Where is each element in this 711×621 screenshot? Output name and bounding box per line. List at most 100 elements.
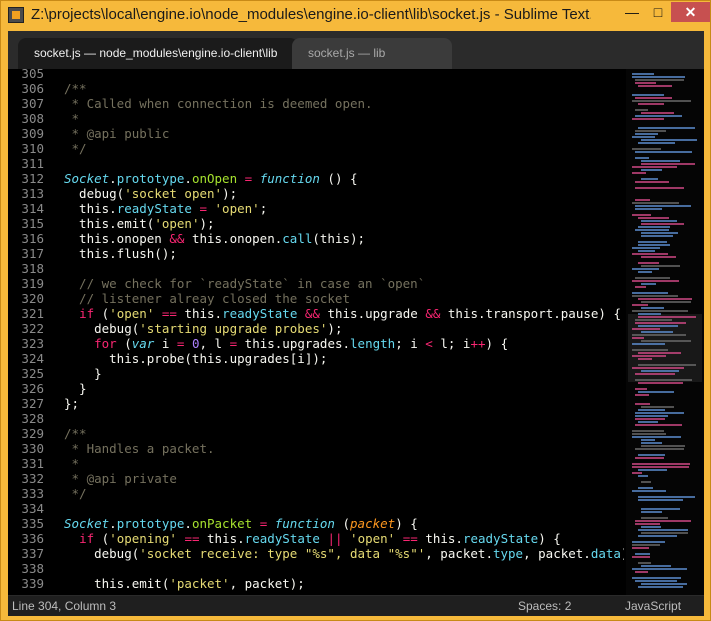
minimap-line (635, 319, 672, 321)
code-line[interactable]: } (64, 381, 87, 396)
minimap-line (632, 343, 665, 345)
maximize-button[interactable]: □ (645, 2, 671, 22)
code-line[interactable]: * @api private (64, 471, 177, 486)
minimap-line (635, 199, 650, 201)
title-bar: Z:\projects\local\engine.io\node_modules… (1, 1, 710, 31)
code-line[interactable]: this.probe(this.upgrades[i]); (64, 351, 327, 366)
code-token: 'open' (154, 216, 200, 231)
code-token: */ (64, 141, 87, 156)
code-line[interactable]: } (64, 366, 102, 381)
code-line[interactable]: this.flush(); (64, 246, 177, 261)
minimap-line (635, 277, 670, 279)
minimap-line (638, 352, 681, 354)
minimap-line (632, 334, 686, 336)
minimap-line (632, 292, 668, 294)
minimap-line (632, 556, 650, 558)
minimap-line (635, 448, 684, 450)
code-line[interactable]: for (var i = 0, l = this.upgrades.length… (64, 336, 508, 351)
minimap-line (635, 205, 691, 207)
sublime-app-icon (8, 7, 24, 23)
code-line[interactable]: this.readyState = 'open'; (64, 201, 267, 216)
code-line[interactable]: this.emit('packet', packet); (64, 576, 305, 591)
minimap-line (635, 157, 649, 159)
code-line[interactable]: Socket.prototype.onPacket = function (pa… (64, 516, 418, 531)
code-line[interactable]: this.emit('open'); (64, 216, 214, 231)
minimap-line (638, 487, 653, 489)
code-line[interactable]: if ('open' == this.readyState && this.up… (64, 306, 621, 321)
code-token: readyState (462, 531, 539, 546)
code-token: this. (64, 201, 117, 216)
minimap-line (638, 496, 695, 498)
code-token: this. (184, 306, 223, 321)
minimap-line (641, 307, 664, 309)
code-line[interactable]: /** (64, 81, 87, 96)
code-line[interactable]: */ (64, 141, 87, 156)
code-line[interactable]: this.onopen && this.onopen.call(this); (64, 231, 365, 246)
code-line[interactable]: // we check for `readyState` in case an … (64, 276, 425, 291)
code-token: debug( (64, 321, 140, 336)
code-token: && (169, 231, 185, 246)
minimap-line (641, 220, 677, 222)
code-line[interactable]: * (64, 111, 80, 126)
code-line[interactable]: debug('socket open'); (64, 186, 237, 201)
minimap-line (641, 406, 674, 408)
minimap-line (641, 163, 695, 165)
code-token: var (131, 336, 155, 351)
code-line[interactable]: debug('starting upgrade probes'); (64, 321, 342, 336)
code-token: * @api public (64, 126, 170, 141)
code-line[interactable]: debug('socket receive: type "%s", data "… (64, 546, 624, 561)
code-line[interactable]: * Called when connection is deemed open. (64, 96, 373, 111)
code-line[interactable]: * (64, 456, 80, 471)
minimap-line (632, 337, 644, 339)
line-number: 330 (21, 441, 44, 456)
minimap-line (641, 511, 662, 513)
code-token: this. (207, 531, 245, 546)
code-line[interactable]: * Handles a packet. (64, 441, 215, 456)
minimize-button[interactable]: — (619, 2, 645, 22)
minimap-line (641, 439, 655, 441)
code-token: debug( (64, 186, 125, 201)
code-line[interactable]: * @api public (64, 126, 170, 141)
code-token: this. (425, 531, 463, 546)
minimap-line (632, 295, 678, 297)
code-line[interactable]: if ('opening' == this.readyState || 'ope… (64, 531, 561, 546)
code-line[interactable]: */ (64, 486, 87, 501)
minimap-line (641, 526, 661, 528)
code-token: length (350, 336, 396, 351)
line-number: 319 (21, 276, 44, 291)
code-token: * Called when connection is deemed open. (64, 96, 373, 111)
minimap-line (638, 535, 677, 537)
code-editor[interactable]: 305 306 307 308 309 310 311 312 313 314 315 316 317 3… (8, 69, 704, 595)
close-button[interactable]: ✕ (671, 2, 710, 22)
minimap[interactable] (626, 69, 704, 595)
minimap-line (632, 280, 679, 282)
line-number: 336 (21, 531, 44, 546)
indentation-setting[interactable]: Spaces: 2 (518, 596, 571, 616)
code-area[interactable]: /** * Called when connection is deemed o… (64, 69, 624, 595)
code-line[interactable]: /** (64, 426, 87, 441)
minimap-line (635, 571, 648, 573)
app-window: Z:\projects\local\engine.io\node_modules… (0, 0, 711, 621)
code-token: = (229, 336, 238, 351)
line-number: 318 (21, 261, 44, 276)
code-line[interactable]: Socket.prototype.onOpen = function () { (64, 171, 358, 186)
code-line[interactable]: // listener alreay closed the socket (64, 291, 350, 306)
minimap-line (632, 304, 648, 306)
tab-socket-js-lib[interactable]: socket.js — lib (292, 38, 452, 69)
minimap-line (632, 541, 665, 543)
minimap-line (641, 481, 651, 483)
minimap-line (641, 442, 662, 444)
code-token: this.flush(); (64, 246, 177, 261)
minimap-line (632, 490, 666, 492)
minimap-line (635, 553, 650, 555)
line-number: 323 (21, 336, 44, 351)
tab-socket-js-node-modules[interactable]: socket.js — node_modules\engine.io-clien… (18, 38, 298, 69)
code-token: if (79, 306, 95, 321)
minimap-line (641, 532, 688, 534)
code-token: . (184, 171, 192, 186)
syntax-language[interactable]: JavaScript (625, 596, 681, 616)
line-number: 327 (21, 396, 44, 411)
window-title: Z:\projects\local\engine.io\node_modules… (31, 6, 591, 23)
code-line[interactable]: }; (64, 396, 79, 411)
